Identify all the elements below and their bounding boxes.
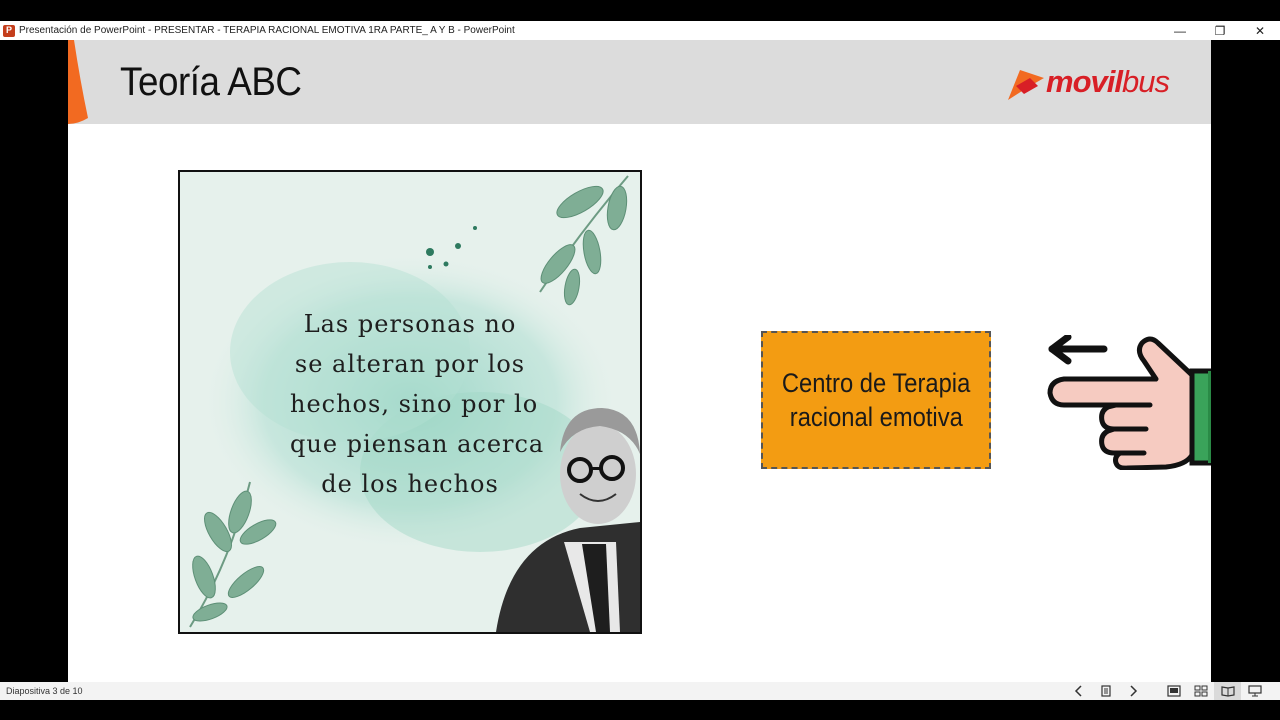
logo-word-bus: bus	[1121, 64, 1170, 99]
reading-view-icon[interactable]	[1214, 682, 1241, 700]
minimize-button[interactable]: —	[1160, 21, 1200, 40]
top-black-strip	[0, 0, 1280, 21]
normal-view-icon[interactable]	[1160, 682, 1187, 700]
window-controls: — ❐ ✕	[1160, 21, 1280, 40]
quote-line: se alteran por los	[294, 350, 526, 378]
restore-button[interactable]: ❐	[1200, 21, 1240, 40]
box-line: racional emotiva	[789, 402, 963, 432]
movilbus-logo: movilbus	[1004, 60, 1184, 104]
slide-sorter-icon[interactable]	[1187, 682, 1214, 700]
slide-counter: Diapositiva 3 de 10	[6, 686, 83, 696]
status-spacer	[1146, 682, 1160, 700]
status-bar: Diapositiva 3 de 10	[0, 682, 1280, 700]
logo-wordmark: movilbus	[1046, 64, 1170, 100]
logo-word-movil: movil	[1046, 64, 1123, 99]
quote-line: que piensan acerca	[290, 430, 545, 458]
slideshow-icon[interactable]	[1241, 682, 1268, 700]
slideshow-stage: Teoría ABC movilbus Las personas no se a…	[0, 40, 1280, 682]
window-title: Presentación de PowerPoint - PRESENTAR -…	[19, 25, 515, 36]
powerpoint-app-icon: P	[3, 24, 15, 37]
bottom-black-strip	[0, 700, 1280, 720]
box-line: Centro de Terapia	[781, 368, 971, 398]
status-controls	[1065, 682, 1268, 700]
slide-grid-icon[interactable]	[1092, 682, 1119, 700]
quote-line: Las personas no	[303, 310, 517, 338]
close-button[interactable]: ✕	[1240, 21, 1280, 40]
pointing-hand-left-icon	[1047, 335, 1211, 470]
movilbus-logo-icon	[1008, 70, 1044, 100]
chevron-left-icon[interactable]	[1065, 682, 1092, 700]
therapy-center-box[interactable]: Centro de Terapia racional emotiva	[761, 331, 991, 469]
quote-line: de los hechos	[321, 470, 499, 498]
orange-accent-tab	[68, 40, 88, 124]
chevron-right-icon[interactable]	[1119, 682, 1146, 700]
quote-text: Las personas no se alteran por los hecho…	[290, 304, 545, 504]
title-bar: P Presentación de PowerPoint - PRESENTAR…	[0, 21, 1280, 40]
quote-line: hechos, sino por lo	[290, 390, 539, 418]
slide-title: Teoría ABC	[120, 60, 302, 104]
quote-image: Las personas no se alteran por los hecho…	[178, 170, 642, 634]
slide[interactable]: Teoría ABC movilbus Las personas no se a…	[68, 40, 1211, 682]
